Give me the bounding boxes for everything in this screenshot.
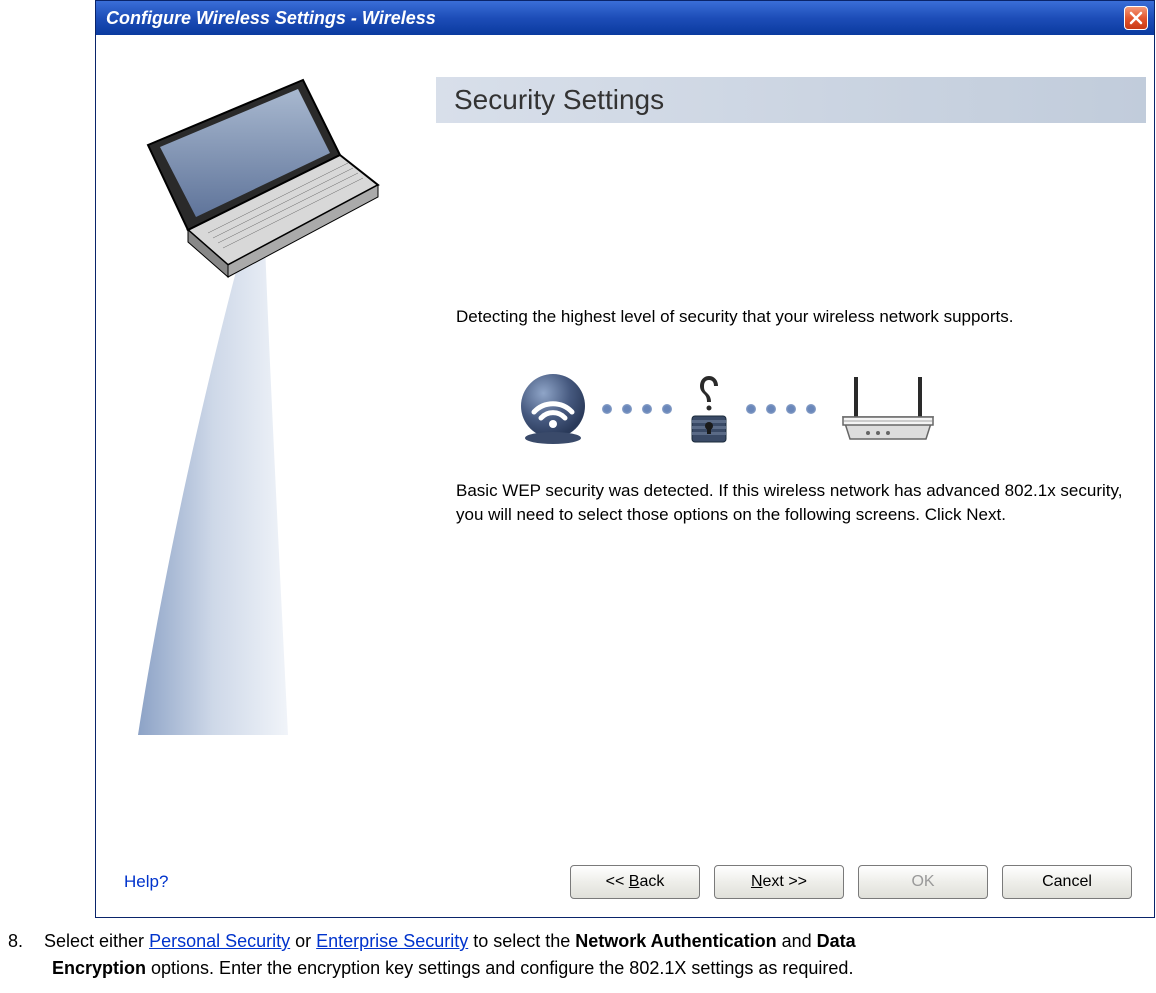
dot-icon — [766, 404, 776, 414]
titlebar[interactable]: Configure Wireless Settings - Wireless — [96, 1, 1154, 35]
dot-icon — [662, 404, 672, 414]
next-button[interactable]: Next >> — [714, 865, 844, 899]
result-text: Basic WEP security was detected. If this… — [456, 479, 1136, 527]
dot-icon — [806, 404, 816, 414]
dot-icon — [602, 404, 612, 414]
step-number: 8. — [8, 928, 44, 955]
dialog-body: Security Settings Detecting the highest … — [96, 35, 1154, 917]
content-area: Detecting the highest level of security … — [456, 305, 1136, 526]
dot-icon — [786, 404, 796, 414]
lock-question-icon — [684, 374, 734, 444]
wireless-settings-dialog: Configure Wireless Settings - Wireless — [95, 0, 1155, 918]
data-encryption-bold: Data — [817, 931, 856, 951]
button-bar: Help? << Back Next >> OK Cancel — [124, 865, 1132, 899]
connection-graphic — [516, 369, 1136, 449]
ok-button: OK — [858, 865, 988, 899]
help-link[interactable]: Help? — [124, 872, 168, 892]
personal-security-link[interactable]: Personal Security — [149, 931, 290, 951]
wifi-signal-icon — [516, 372, 590, 446]
window-title: Configure Wireless Settings - Wireless — [106, 8, 436, 29]
dots-right — [746, 404, 816, 414]
page-title: Security Settings — [454, 84, 664, 116]
close-button[interactable] — [1124, 6, 1148, 30]
page-header: Security Settings — [436, 77, 1146, 123]
enterprise-security-link[interactable]: Enterprise Security — [316, 931, 468, 951]
laptop-beam-icon — [108, 55, 418, 745]
dot-icon — [622, 404, 632, 414]
dot-icon — [642, 404, 652, 414]
router-icon — [838, 369, 938, 449]
close-icon — [1129, 11, 1143, 25]
status-text: Detecting the highest level of security … — [456, 305, 1136, 329]
cancel-button[interactable]: Cancel — [1002, 865, 1132, 899]
back-button[interactable]: << Back — [570, 865, 700, 899]
dots-left — [602, 404, 672, 414]
instruction-text: 8.Select either Personal Security or Ent… — [0, 928, 1156, 982]
dot-icon — [746, 404, 756, 414]
